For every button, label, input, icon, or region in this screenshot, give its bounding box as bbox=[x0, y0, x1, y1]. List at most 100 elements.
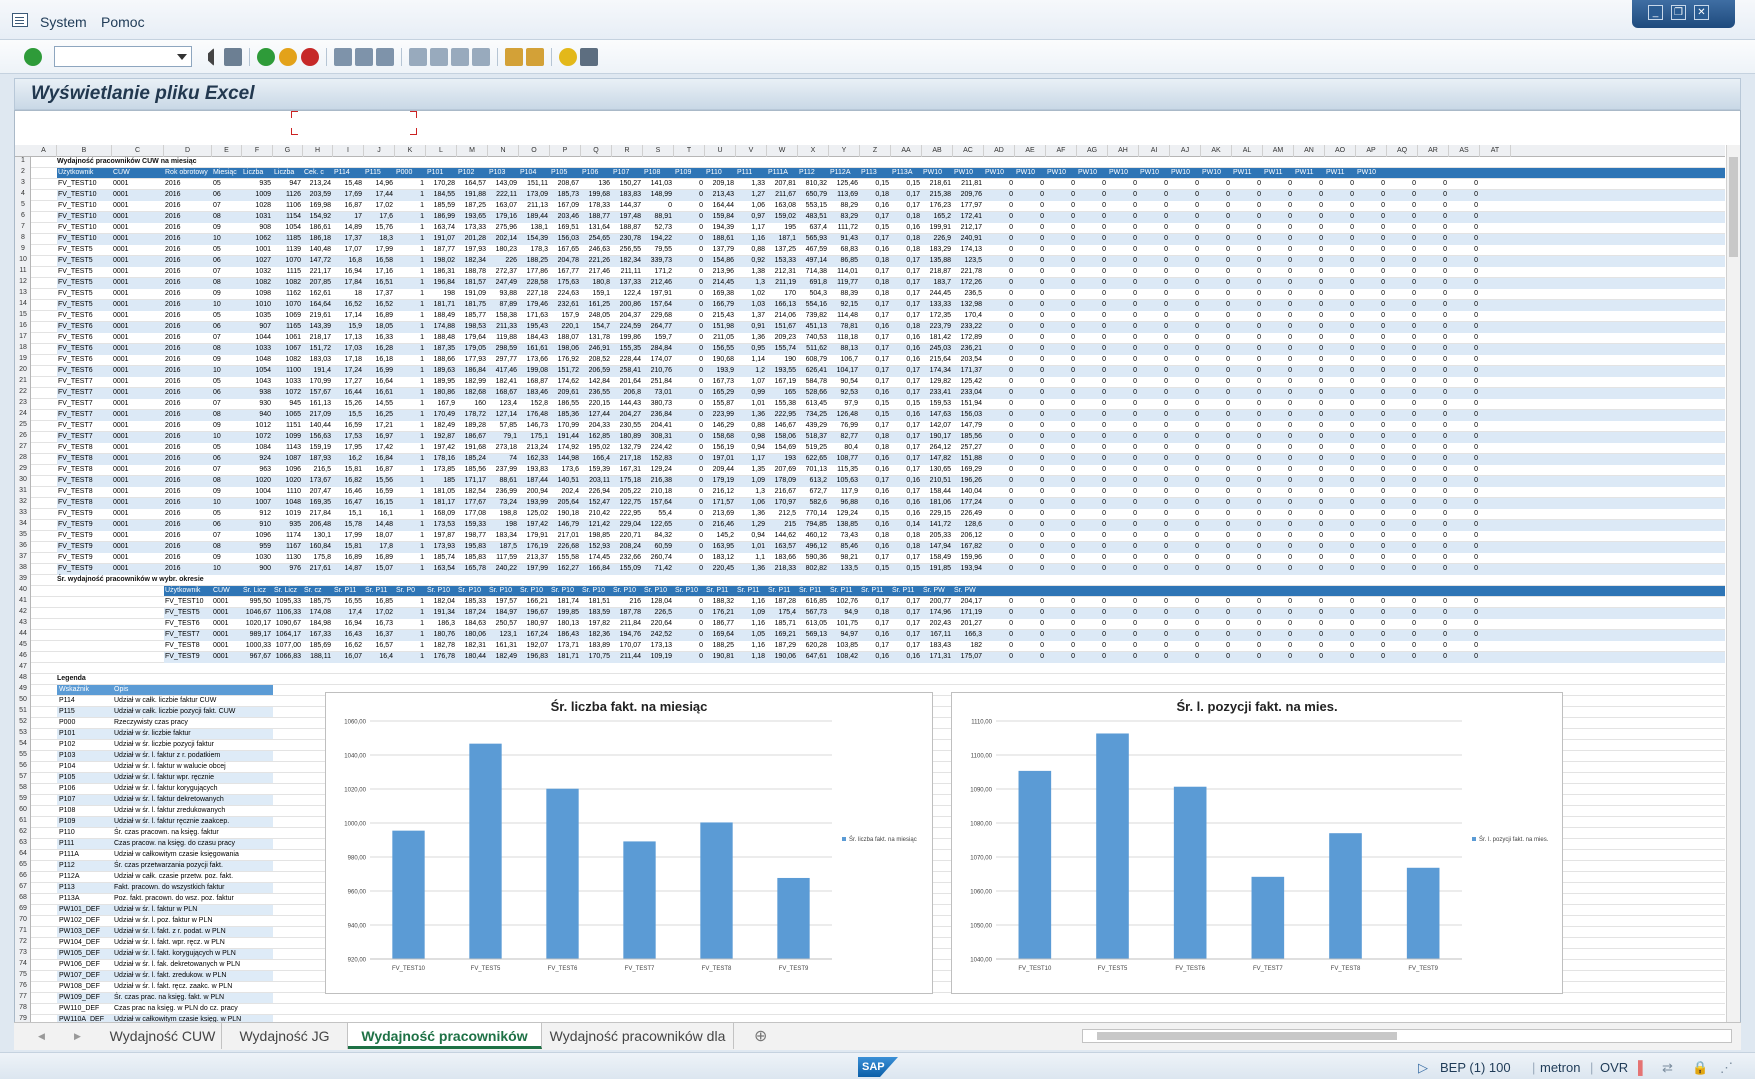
column-header[interactable]: H bbox=[303, 145, 333, 157]
table-header-cell[interactable]: P113A bbox=[892, 168, 913, 178]
table-header-cell[interactable]: PW10 bbox=[1171, 168, 1190, 178]
table-header-cell[interactable]: Śr. P11 bbox=[799, 586, 821, 596]
next-page-icon[interactable] bbox=[451, 48, 469, 66]
table-header-cell[interactable]: Śr. P11 bbox=[706, 586, 728, 596]
restore-icon[interactable]: ❐ bbox=[1671, 5, 1686, 20]
tab-wydajnosc-jg-cuw[interactable]: Wydajność JG CUW bbox=[222, 1023, 348, 1070]
table-header-cell[interactable]: P109 bbox=[675, 168, 691, 178]
row-header[interactable]: 43 bbox=[15, 619, 31, 626]
row-header[interactable]: 28 bbox=[15, 454, 31, 461]
row-header[interactable]: 15 bbox=[15, 311, 31, 318]
column-header[interactable]: AS bbox=[1449, 145, 1480, 157]
table-header-cell[interactable]: Śr. P11 bbox=[861, 586, 883, 596]
vertical-scrollbar[interactable] bbox=[1726, 145, 1740, 1033]
row-header[interactable]: 7 bbox=[15, 223, 31, 230]
column-header[interactable]: U bbox=[705, 145, 736, 157]
row-header[interactable]: 2 bbox=[15, 168, 31, 175]
column-header[interactable]: AT bbox=[1480, 145, 1511, 157]
row-header[interactable]: 3 bbox=[15, 179, 31, 186]
column-header[interactable]: Y bbox=[829, 145, 860, 157]
row-header[interactable]: 52 bbox=[15, 718, 31, 725]
tab-wydajnosc-pracownikow-jg[interactable]: Wydajność pracowników dla JG bbox=[542, 1023, 734, 1070]
row-header[interactable]: 42 bbox=[15, 608, 31, 615]
row-header[interactable]: 26 bbox=[15, 432, 31, 439]
enter-check-icon[interactable] bbox=[24, 48, 42, 66]
chevron-down-icon[interactable] bbox=[177, 54, 187, 60]
row-header[interactable]: 24 bbox=[15, 410, 31, 417]
table-header-cell[interactable]: Śr. Licz bbox=[274, 586, 297, 596]
column-header[interactable]: R bbox=[612, 145, 643, 157]
table-header-cell[interactable]: CUW bbox=[113, 168, 130, 178]
table-header-cell[interactable]: P112 bbox=[799, 168, 815, 178]
table-header-cell[interactable]: Śr. P11 bbox=[892, 586, 914, 596]
column-header[interactable]: J bbox=[364, 145, 395, 157]
table-header-cell[interactable]: Śr. P0 bbox=[396, 586, 415, 596]
row-header[interactable]: 73 bbox=[15, 949, 31, 956]
table-header-cell[interactable]: Śr. P10 bbox=[675, 586, 698, 596]
command-field[interactable] bbox=[54, 46, 192, 67]
table-header-cell[interactable]: PW10 bbox=[1047, 168, 1066, 178]
tab-scroll-right-icon[interactable]: ▶ bbox=[74, 1031, 81, 1042]
menu-pomoc[interactable]: Pomoc bbox=[101, 14, 145, 30]
save-icon[interactable] bbox=[224, 48, 242, 66]
row-header[interactable]: 59 bbox=[15, 795, 31, 802]
table-header-cell[interactable]: Śr. P10 bbox=[520, 586, 543, 596]
exit-icon[interactable] bbox=[279, 48, 297, 66]
table-header-cell[interactable]: PW10 bbox=[1078, 168, 1097, 178]
row-header[interactable]: 19 bbox=[15, 355, 31, 362]
table-header-cell[interactable]: Śr. PW bbox=[923, 586, 945, 596]
column-header[interactable]: AA bbox=[891, 145, 922, 157]
tab-scroll-left-icon[interactable]: ◀ bbox=[38, 1031, 45, 1042]
column-header[interactable]: N bbox=[488, 145, 519, 157]
table-header-cell[interactable]: Użytkownik bbox=[165, 586, 200, 596]
horizontal-scrollbar[interactable] bbox=[1082, 1029, 1732, 1043]
column-header[interactable]: L bbox=[426, 145, 457, 157]
customize-layout-icon[interactable] bbox=[580, 48, 598, 66]
row-header[interactable]: 46 bbox=[15, 652, 31, 659]
column-header[interactable]: G bbox=[273, 145, 303, 157]
row-header[interactable]: 34 bbox=[15, 520, 31, 527]
row-header[interactable]: 25 bbox=[15, 421, 31, 428]
table-header-cell[interactable]: Liczba bbox=[243, 168, 263, 178]
column-header[interactable]: O bbox=[519, 145, 550, 157]
table-header-cell[interactable]: PW10 bbox=[954, 168, 973, 178]
column-header[interactable]: A bbox=[31, 145, 57, 157]
column-header[interactable]: I bbox=[333, 145, 364, 157]
row-header[interactable]: 48 bbox=[15, 674, 31, 681]
table-header-cell[interactable]: P106 bbox=[582, 168, 598, 178]
column-header[interactable]: AP bbox=[1356, 145, 1387, 157]
last-page-icon[interactable] bbox=[472, 48, 490, 66]
table-header-cell[interactable]: Cek. c bbox=[304, 168, 324, 178]
table-header-cell[interactable]: P108 bbox=[644, 168, 660, 178]
previous-page-icon[interactable] bbox=[430, 48, 448, 66]
table-header-cell[interactable]: PW10 bbox=[1109, 168, 1128, 178]
row-header[interactable]: 13 bbox=[15, 289, 31, 296]
row-header[interactable]: 50 bbox=[15, 696, 31, 703]
row-header[interactable]: 53 bbox=[15, 729, 31, 736]
table-header-cell[interactable]: PW10 bbox=[1202, 168, 1221, 178]
row-header[interactable]: 5 bbox=[15, 201, 31, 208]
add-sheet-icon[interactable]: ⊕ bbox=[754, 1026, 767, 1046]
row-header[interactable]: 79 bbox=[15, 1015, 31, 1022]
tab-wydajnosc-pracownikow-cuw[interactable]: Wydajność pracowników CUW bbox=[348, 1023, 542, 1070]
row-header[interactable]: 47 bbox=[15, 663, 31, 670]
row-header[interactable]: 68 bbox=[15, 894, 31, 901]
help-icon[interactable] bbox=[559, 48, 577, 66]
row-header[interactable]: 17 bbox=[15, 333, 31, 340]
row-header[interactable]: 78 bbox=[15, 1004, 31, 1011]
row-header[interactable]: 27 bbox=[15, 443, 31, 450]
column-header[interactable]: AM bbox=[1263, 145, 1294, 157]
table-header-cell[interactable]: P101 bbox=[427, 168, 443, 178]
column-header[interactable]: AE bbox=[1015, 145, 1046, 157]
column-header[interactable]: F bbox=[242, 145, 273, 157]
row-header[interactable]: 33 bbox=[15, 509, 31, 516]
row-header[interactable]: 8 bbox=[15, 234, 31, 241]
column-header[interactable]: Q bbox=[581, 145, 612, 157]
table-header-cell[interactable]: P115 bbox=[365, 168, 381, 178]
row-header[interactable]: 35 bbox=[15, 531, 31, 538]
table-header-cell[interactable]: Śr. P10 bbox=[551, 586, 574, 596]
column-header[interactable]: AB bbox=[922, 145, 953, 157]
column-header[interactable]: S bbox=[643, 145, 674, 157]
close-icon[interactable]: ✕ bbox=[1694, 5, 1709, 20]
table-header-cell[interactable]: P107 bbox=[613, 168, 629, 178]
